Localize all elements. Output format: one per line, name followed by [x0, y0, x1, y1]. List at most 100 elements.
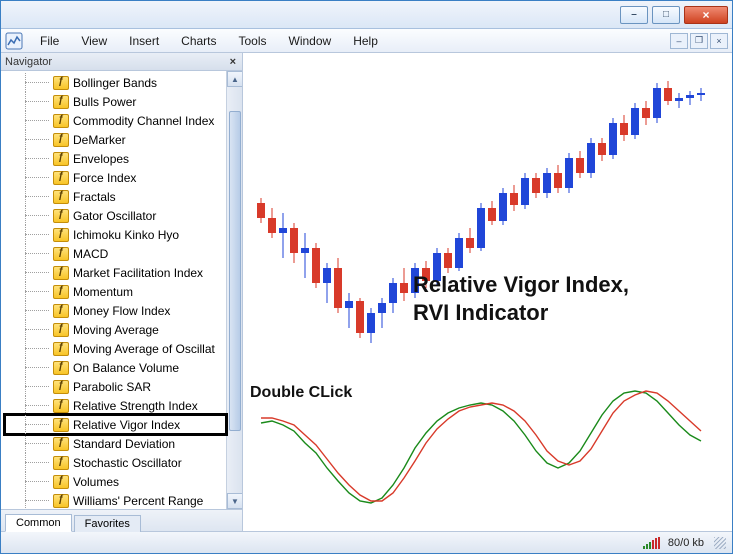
scroll-up-button[interactable]: ▲	[227, 71, 242, 87]
menu-charts[interactable]: Charts	[172, 32, 225, 50]
indicator-icon	[53, 266, 69, 280]
indicator-item[interactable]: Moving Average	[5, 320, 226, 339]
indicator-item[interactable]: Market Facilitation Index	[5, 263, 226, 282]
title-bar: – □ ×	[1, 1, 732, 29]
indicator-item[interactable]: Bulls Power	[5, 92, 226, 111]
indicator-icon	[53, 209, 69, 223]
mdi-minimize-button[interactable]: –	[670, 33, 688, 49]
indicator-label: Gator Oscillator	[73, 209, 156, 223]
navigator-tree: Bollinger Bands Bulls Power Commodity Chan…	[1, 71, 242, 509]
mdi-restore-button[interactable]: ❐	[690, 33, 708, 49]
menu-tools[interactable]: Tools	[230, 32, 276, 50]
indicator-item[interactable]: Relative Vigor Index	[5, 415, 226, 434]
indicator-label: On Balance Volume	[73, 361, 179, 375]
menu-file[interactable]: File	[31, 32, 68, 50]
indicator-item[interactable]: Money Flow Index	[5, 301, 226, 320]
indicator-icon	[53, 228, 69, 242]
indicator-item[interactable]: Momentum	[5, 282, 226, 301]
indicator-item[interactable]: Parabolic SAR	[5, 377, 226, 396]
indicator-label: Momentum	[73, 285, 133, 299]
indicator-label: Commodity Channel Index	[73, 114, 214, 128]
indicator-icon	[53, 171, 69, 185]
indicator-label: Moving Average of Oscillat	[73, 342, 215, 356]
navigator-scrollbar[interactable]: ▲ ▼	[226, 71, 242, 509]
indicator-item[interactable]: Relative Strength Index	[5, 396, 226, 415]
indicator-icon	[53, 494, 69, 508]
indicator-item[interactable]: Volumes	[5, 472, 226, 491]
indicator-item[interactable]: Ichimoku Kinko Hyo	[5, 225, 226, 244]
menu-bar: File View Insert Charts Tools Window Hel…	[1, 29, 732, 53]
indicator-icon	[53, 323, 69, 337]
app-icon	[5, 32, 23, 50]
indicator-item[interactable]: Standard Deviation	[5, 434, 226, 453]
indicator-item[interactable]: Williams' Percent Range	[5, 491, 226, 509]
mdi-close-button[interactable]: ×	[710, 33, 728, 49]
indicator-icon	[53, 437, 69, 451]
indicator-item[interactable]: Envelopes	[5, 149, 226, 168]
indicator-label: Volumes	[73, 475, 119, 489]
indicator-label: Money Flow Index	[73, 304, 170, 318]
indicator-item[interactable]: On Balance Volume	[5, 358, 226, 377]
menu-help[interactable]: Help	[344, 32, 387, 50]
indicator-icon	[53, 304, 69, 318]
indicator-icon	[53, 399, 69, 413]
indicator-item[interactable]: Gator Oscillator	[5, 206, 226, 225]
indicator-icon	[53, 475, 69, 489]
navigator-tabs: Common Favorites	[1, 509, 242, 531]
indicator-label: Market Facilitation Index	[73, 266, 203, 280]
chart-area[interactable]: Relative Vigor Index, RVI Indicator Doub…	[243, 53, 732, 531]
indicator-icon	[53, 190, 69, 204]
indicator-item[interactable]: Fractals	[5, 187, 226, 206]
scroll-thumb[interactable]	[229, 111, 241, 431]
indicator-item[interactable]: MACD	[5, 244, 226, 263]
window-close-button[interactable]: ×	[684, 6, 728, 24]
indicator-icon	[53, 342, 69, 356]
indicator-icon	[53, 76, 69, 90]
menu-insert[interactable]: Insert	[120, 32, 168, 50]
indicator-label: Relative Vigor Index	[73, 418, 180, 432]
indicator-label: Williams' Percent Range	[73, 494, 203, 508]
indicator-item[interactable]: Stochastic Oscillator	[5, 453, 226, 472]
menu-window[interactable]: Window	[280, 32, 341, 50]
indicator-label: Bulls Power	[73, 95, 136, 109]
navigator-header: Navigator ×	[1, 53, 242, 71]
indicator-label: Ichimoku Kinko Hyo	[73, 228, 179, 242]
indicator-item[interactable]: DeMarker	[5, 130, 226, 149]
navigator-title: Navigator	[5, 56, 52, 68]
indicator-label: Relative Strength Index	[73, 399, 198, 413]
chart-annotation-title: Relative Vigor Index, RVI Indicator	[413, 271, 629, 326]
chart-annotation-hint: Double CLick	[250, 383, 352, 403]
navigator-close-button[interactable]: ×	[228, 56, 238, 68]
main-area: Navigator × Bollinger Bands Bulls Power Co…	[1, 53, 732, 531]
indicator-item[interactable]: Commodity Channel Index	[5, 111, 226, 130]
indicator-item[interactable]: Bollinger Bands	[5, 73, 226, 92]
indicator-icon	[53, 114, 69, 128]
indicator-icon	[53, 285, 69, 299]
resize-grip[interactable]	[714, 537, 726, 549]
window-minimize-button[interactable]: –	[620, 6, 648, 24]
maximize-icon: □	[663, 9, 669, 20]
indicator-label: Fractals	[73, 190, 116, 204]
indicator-icon	[53, 95, 69, 109]
window-maximize-button[interactable]: □	[652, 6, 680, 24]
status-net: 80/0 kb	[668, 537, 704, 549]
navigator-panel: Navigator × Bollinger Bands Bulls Power Co…	[1, 53, 243, 531]
indicator-icon	[53, 456, 69, 470]
tab-favorites[interactable]: Favorites	[74, 515, 141, 532]
tab-common[interactable]: Common	[5, 514, 72, 532]
indicator-label: Stochastic Oscillator	[73, 456, 182, 470]
status-bar: 80/0 kb	[1, 531, 732, 553]
menu-view[interactable]: View	[72, 32, 116, 50]
indicator-icon	[53, 361, 69, 375]
indicator-icon	[53, 247, 69, 261]
indicator-label: DeMarker	[73, 133, 126, 147]
app-window: – □ × File View Insert Charts Tools Wind…	[0, 0, 733, 554]
indicator-label: Force Index	[73, 171, 136, 185]
indicator-label: Parabolic SAR	[73, 380, 151, 394]
indicator-label: MACD	[73, 247, 108, 261]
indicator-item[interactable]: Force Index	[5, 168, 226, 187]
scroll-down-button[interactable]: ▼	[227, 493, 242, 509]
indicator-item[interactable]: Moving Average of Oscillat	[5, 339, 226, 358]
minimize-icon: –	[631, 9, 637, 20]
close-icon: ×	[702, 8, 709, 22]
